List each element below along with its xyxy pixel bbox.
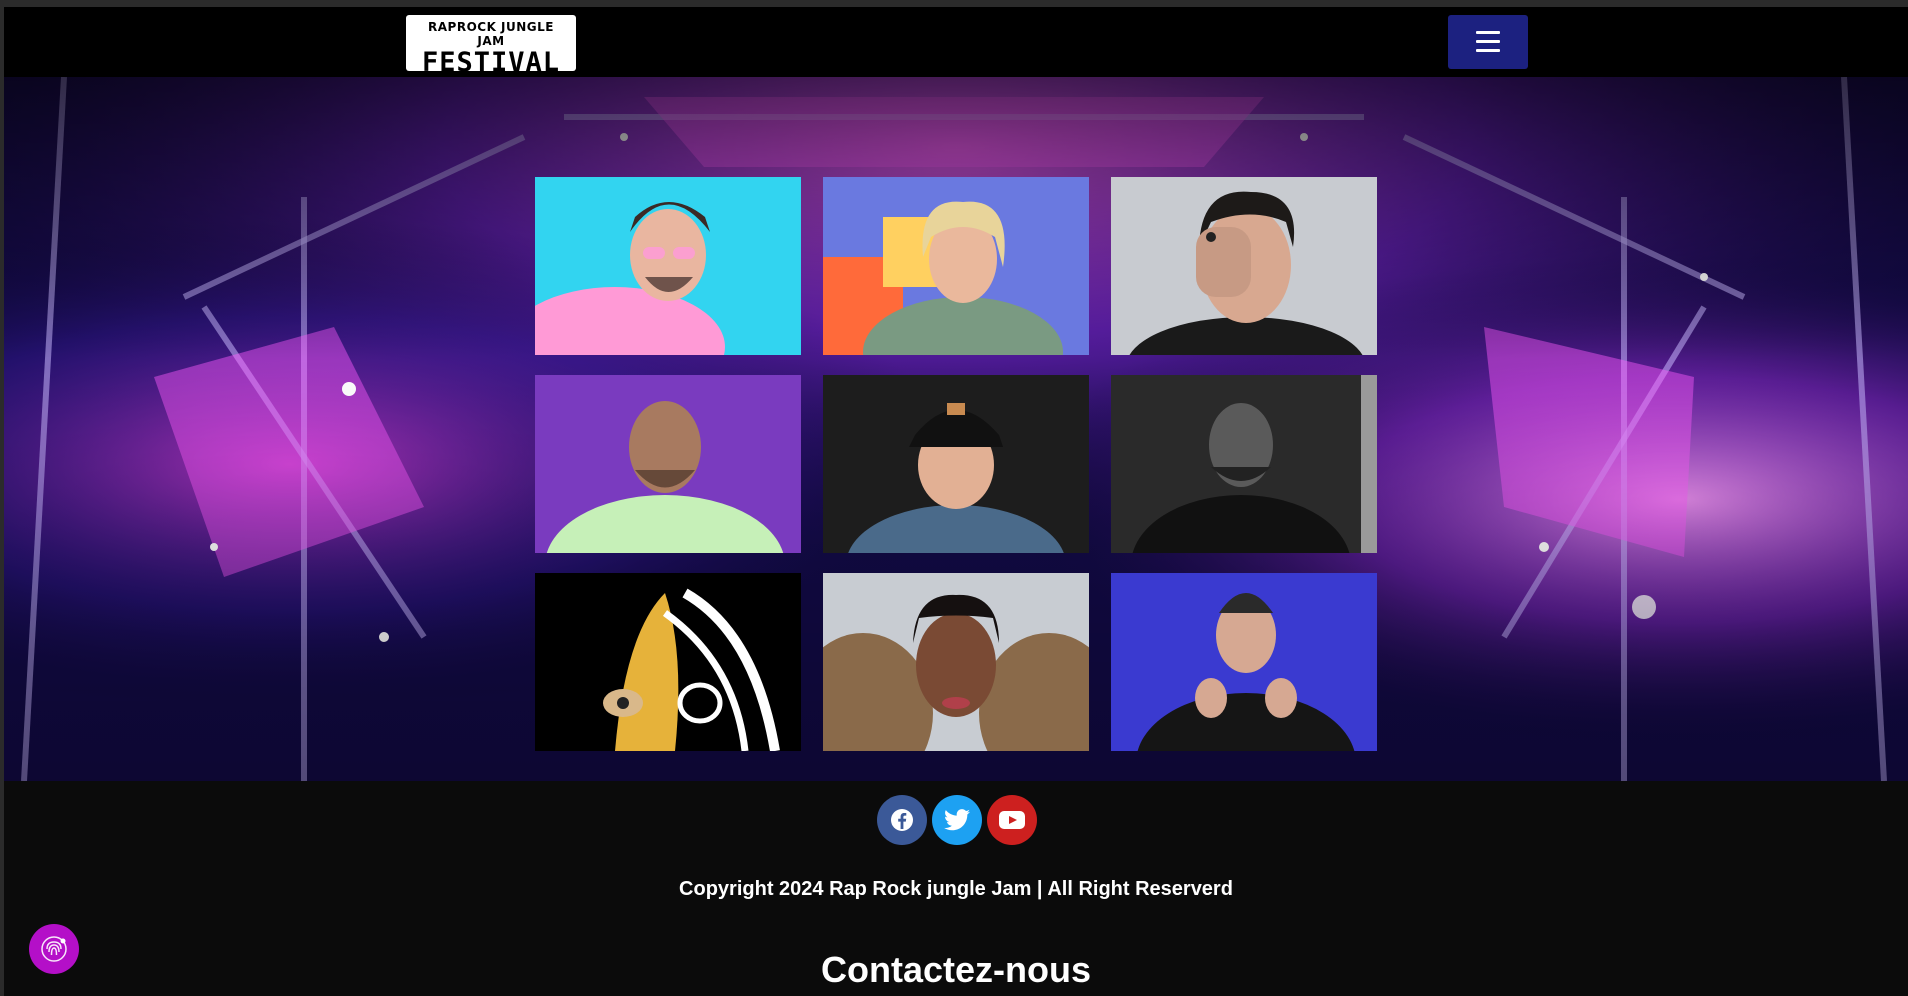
cookie-fingerprint-icon [41,936,67,962]
youtube-icon [999,811,1025,829]
festival-logo[interactable]: RAPROCK JUNGLE JAM FESTIVAL [406,15,576,78]
artist-tile-1[interactable] [535,177,801,355]
contact-heading: Contactez-nous [821,949,1091,990]
artist-portrait-1 [535,177,801,355]
copyright-text: Copyright 2024 Rap Rock jungle Jam | All… [679,878,1233,900]
site-footer: Copyright 2024 Rap Rock jungle Jam | All… [4,781,1908,996]
window-top-border [0,0,1908,7]
artist-portrait-9 [1111,573,1377,751]
facebook-icon [891,809,913,831]
artist-portrait-4 [535,375,801,553]
menu-toggle-button[interactable] [1448,15,1528,69]
artist-tile-2[interactable] [823,177,1089,355]
artist-portrait-2 [823,177,1089,355]
artist-tile-4[interactable] [535,375,801,553]
cookie-settings-button[interactable] [29,924,79,974]
artist-tile-5[interactable] [823,375,1089,553]
artist-lineup-grid [535,177,1384,757]
artist-portrait-8 [823,573,1089,751]
artist-portrait-3 [1111,177,1377,355]
lineup-hero [4,77,1908,781]
artist-tile-6[interactable] [1111,375,1377,553]
twitter-icon [944,809,970,831]
artist-artwork-7 [535,573,801,751]
logo-line-1: RAPROCK JUNGLE JAM [428,20,554,48]
artist-tile-3[interactable] [1111,177,1377,355]
artist-tile-7[interactable] [535,573,801,751]
facebook-link[interactable] [877,795,927,845]
youtube-link[interactable] [987,795,1037,845]
artist-portrait-6 [1111,375,1377,553]
artist-tile-9[interactable] [1111,573,1377,751]
logo-line-2: FESTIVAL [421,47,561,78]
twitter-link[interactable] [932,795,982,845]
artist-portrait-5 [823,375,1089,553]
artist-tile-8[interactable] [823,573,1089,751]
